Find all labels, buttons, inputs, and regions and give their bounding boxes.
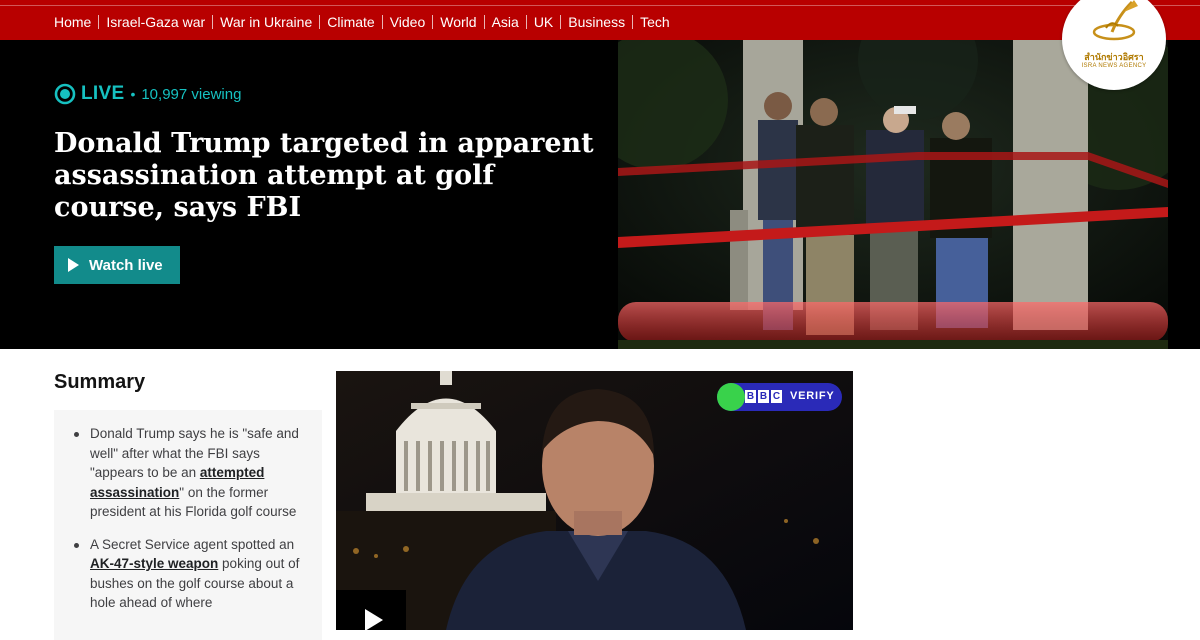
- summary-link-ak47-weapon[interactable]: AK-47-style weapon: [90, 556, 218, 571]
- bbc-letter: B: [758, 390, 769, 403]
- summary-text: Donald Trump says he is "safe and well" …: [90, 426, 299, 480]
- play-icon: [68, 258, 79, 272]
- summary-item: A Secret Service agent spotted an AK-47-…: [74, 535, 312, 613]
- video-play-button[interactable]: [336, 590, 406, 631]
- nav-item-israel-gaza-war[interactable]: Israel-Gaza war: [106, 14, 205, 30]
- nav-separator: [212, 15, 214, 29]
- bbc-letter: B: [745, 390, 756, 403]
- nav-item-war-in-ukraine[interactable]: War in Ukraine: [220, 14, 312, 30]
- nav-separator: [483, 15, 485, 29]
- nav-items: Home Israel-Gaza war War in Ukraine Clim…: [54, 14, 670, 30]
- nav-item-video[interactable]: Video: [390, 14, 426, 30]
- nav-item-home[interactable]: Home: [54, 14, 91, 30]
- headline[interactable]: Donald Trump targeted in apparent assass…: [54, 128, 594, 224]
- summary-heading: Summary: [54, 371, 146, 393]
- nav-separator: [381, 15, 383, 29]
- bbc-logo: B B C: [745, 390, 784, 403]
- bbc-letter: C: [771, 390, 782, 403]
- nav-item-uk[interactable]: UK: [534, 14, 553, 30]
- nav-item-climate[interactable]: Climate: [327, 14, 374, 30]
- summary-text: A Secret Service agent spotted an: [90, 536, 295, 552]
- live-label: LIVE: [81, 83, 125, 104]
- live-pulse-icon: [54, 83, 76, 105]
- logo-name-english: ISRA NEWS AGENCY: [1081, 63, 1147, 69]
- nav-item-asia[interactable]: Asia: [492, 14, 519, 30]
- nav-separator: [432, 15, 434, 29]
- nav-item-business[interactable]: Business: [568, 14, 625, 30]
- verify-logo-icon: [717, 383, 745, 411]
- top-navigation: Home Israel-Gaza war War in Ukraine Clim…: [0, 0, 1200, 40]
- nav-separator: [632, 15, 634, 29]
- logo-name-thai: สำนักข่าวอิศรา: [1084, 52, 1144, 62]
- verify-label: VERIFY: [790, 390, 835, 402]
- watch-live-button[interactable]: Watch live: [54, 246, 180, 284]
- summary-list: Donald Trump says he is "safe and well" …: [74, 424, 312, 626]
- live-bullet-separator: •: [130, 86, 136, 102]
- nav-divider-line: [0, 5, 1200, 6]
- bbc-verify-badge: B B C VERIFY: [717, 383, 842, 411]
- nav-item-world[interactable]: World: [440, 14, 476, 30]
- watch-live-label: Watch live: [89, 256, 163, 274]
- live-indicator: LIVE • 10,997 viewing: [54, 83, 241, 105]
- nav-separator: [319, 15, 321, 29]
- nav-separator: [98, 15, 100, 29]
- summary-item: Donald Trump says he is "safe and well" …: [74, 424, 312, 522]
- crime-scene-photo: [618, 40, 1168, 349]
- nav-separator: [525, 15, 527, 29]
- nav-separator: [560, 15, 562, 29]
- hero-photo[interactable]: [618, 40, 1168, 349]
- nav-item-tech[interactable]: Tech: [640, 14, 670, 30]
- viewer-count: 10,997 viewing: [141, 85, 242, 103]
- play-icon: [365, 609, 383, 631]
- quill-emblem-icon: [1092, 0, 1138, 41]
